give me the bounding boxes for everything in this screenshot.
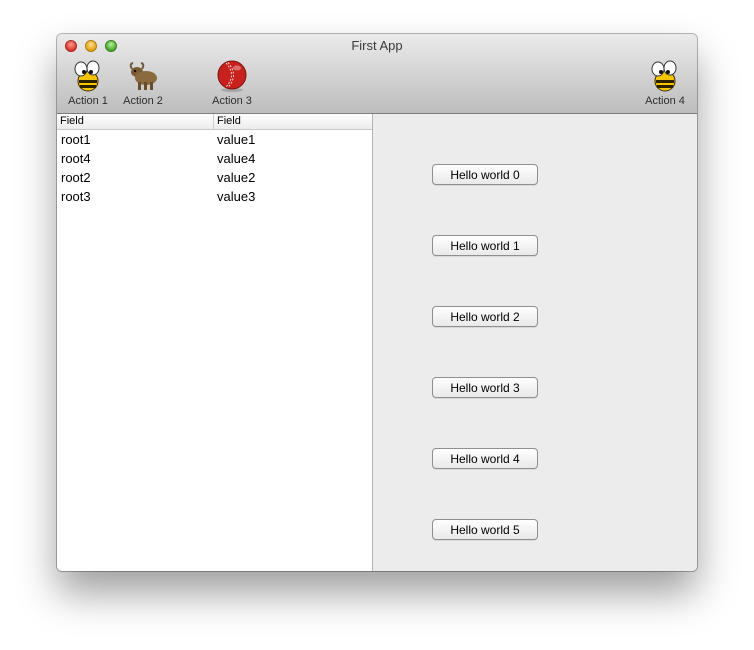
table-cell-value: value4 — [217, 151, 256, 166]
hello-world-1-button[interactable]: Hello world 1 — [432, 235, 538, 256]
hello-world-0-button[interactable]: Hello world 0 — [432, 164, 538, 185]
yak-icon — [129, 62, 157, 90]
button-panel: Hello world 0 Hello world 1 Hello world … — [373, 114, 697, 571]
toolbar-action-4[interactable]: Action 4 — [636, 59, 694, 109]
table-cell-value: value1 — [217, 132, 256, 147]
table-cell-key: root3 — [61, 189, 91, 204]
table-row[interactable]: root1 value1 — [57, 130, 372, 149]
title-toolbar-area: First App Action 1 Action 2 Action 3 Act… — [57, 34, 697, 114]
toolbar-action-1[interactable]: Action 1 — [59, 59, 117, 109]
toolbar-action-3-label: Action 3 — [212, 95, 252, 107]
table-row[interactable]: root2 value2 — [57, 168, 372, 187]
table-cell-key: root2 — [61, 170, 91, 185]
app-window: First App Action 1 Action 2 Action 3 Act… — [57, 34, 697, 571]
table-header: Field Field — [57, 114, 372, 130]
column-header-field-2[interactable]: Field — [214, 114, 372, 129]
column-header-field-1[interactable]: Field — [57, 114, 214, 129]
hello-world-3-button[interactable]: Hello world 3 — [432, 377, 538, 398]
bee-icon — [74, 60, 100, 92]
bee-icon — [651, 60, 677, 92]
table-row[interactable]: root4 value4 — [57, 149, 372, 168]
table-cell-key: root1 — [61, 132, 91, 147]
ball-icon — [217, 60, 247, 92]
toolbar-action-3[interactable]: Action 3 — [203, 59, 261, 109]
table-cell-key: root4 — [61, 151, 91, 166]
toolbar-action-2[interactable]: Action 2 — [114, 59, 172, 109]
hello-world-2-button[interactable]: Hello world 2 — [432, 306, 538, 327]
window-title: First App — [351, 38, 403, 53]
hello-world-5-button[interactable]: Hello world 5 — [432, 519, 538, 540]
toolbar-action-2-label: Action 2 — [123, 95, 163, 107]
toolbar-action-4-label: Action 4 — [645, 95, 685, 107]
table-row[interactable]: root3 value3 — [57, 187, 372, 206]
toolbar-action-1-label: Action 1 — [68, 95, 108, 107]
tree-table[interactable]: Field Field root1 value1 root4 value4 ro… — [57, 114, 373, 571]
hello-world-4-button[interactable]: Hello world 4 — [432, 448, 538, 469]
table-cell-value: value2 — [217, 170, 256, 185]
table-cell-value: value3 — [217, 189, 256, 204]
